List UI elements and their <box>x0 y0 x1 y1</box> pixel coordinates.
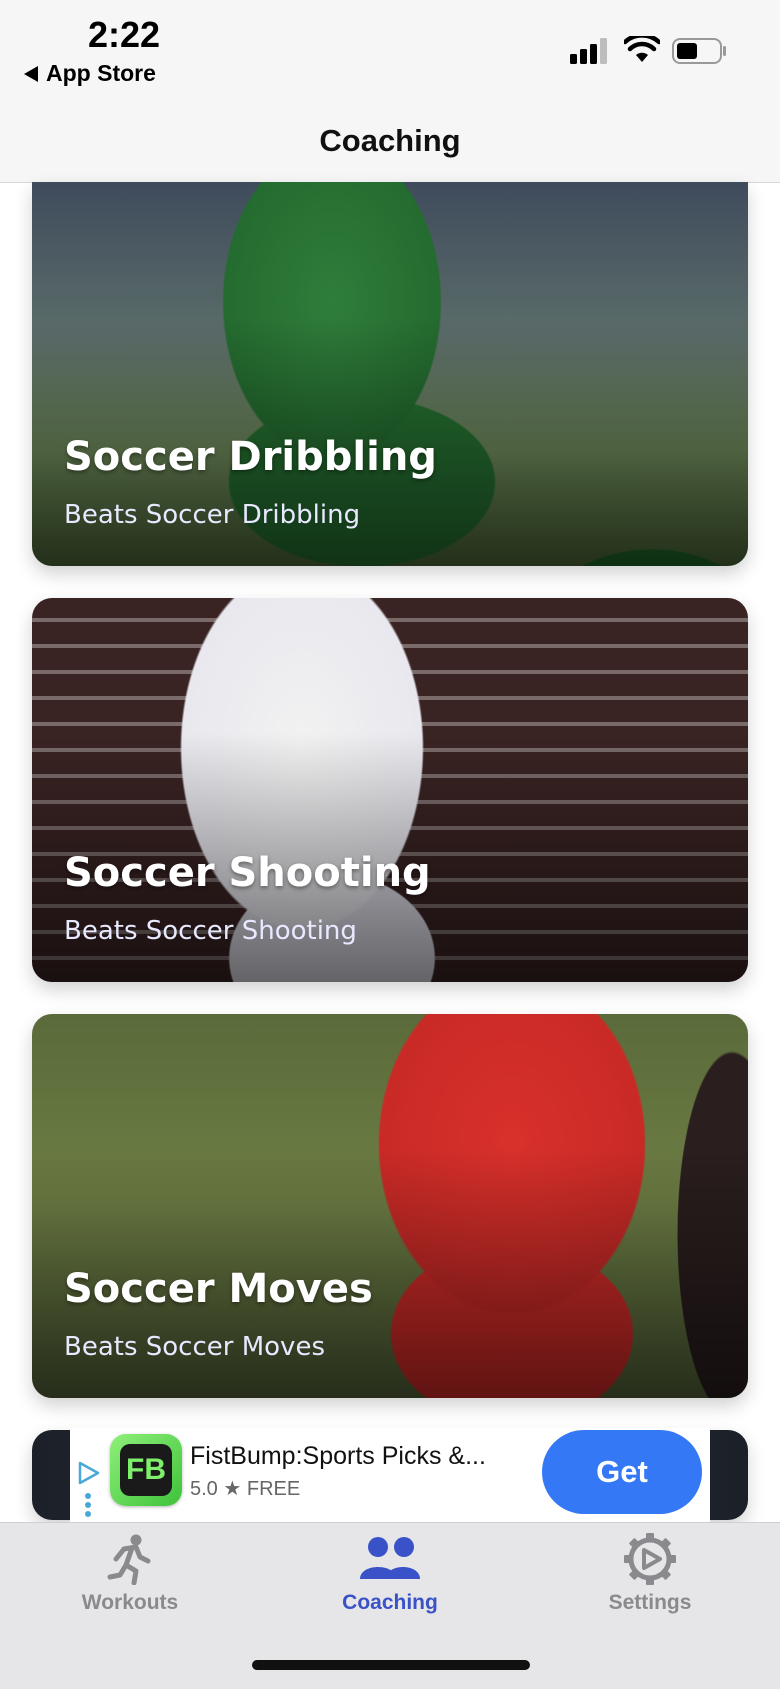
get-button[interactable]: Get <box>542 1430 702 1514</box>
tab-workouts[interactable]: Workouts <box>30 1533 230 1615</box>
navigation-bar: Coaching <box>0 100 780 183</box>
back-arrow-icon <box>24 65 38 82</box>
status-bar: 2:22 App Store <box>0 0 780 100</box>
battery-icon <box>672 38 726 64</box>
card-title: Soccer Dribbling <box>64 434 437 480</box>
tab-coaching[interactable]: Coaching <box>290 1533 490 1615</box>
status-time: 2:22 <box>88 14 161 55</box>
card-subtitle: Beats Soccer Moves <box>64 1332 325 1362</box>
coaching-card-soccer-dribbling[interactable]: Soccer Dribbling Beats Soccer Dribbling <box>32 182 748 566</box>
back-to-app-store-link[interactable]: App Store <box>24 60 156 87</box>
app-icon-logo: FB <box>120 1444 172 1496</box>
back-link-label: App Store <box>46 60 156 86</box>
card-subtitle: Beats Soccer Dribbling <box>64 500 361 530</box>
wifi-icon <box>624 36 660 62</box>
tab-settings[interactable]: Settings <box>550 1533 750 1615</box>
tab-label-workouts: Workouts <box>81 1591 179 1614</box>
card-subtitle: Beats Soccer Shooting <box>64 916 357 946</box>
ad-app-name: FistBump:Sports Picks &... <box>190 1442 486 1470</box>
coaching-card-soccer-shooting[interactable]: Soccer Shooting Beats Soccer Shooting <box>32 598 748 982</box>
page-title: Coaching <box>319 123 461 158</box>
home-indicator <box>252 1660 530 1670</box>
running-person-icon <box>107 1534 151 1585</box>
tab-label-coaching: Coaching <box>342 1591 438 1614</box>
tab-label-settings: Settings <box>608 1591 692 1614</box>
card-title: Soccer Moves <box>64 1266 373 1312</box>
ad-banner[interactable]: FB FistBump:Sports Picks &... 5.0 ★ FREE… <box>70 1428 710 1522</box>
coaching-card-soccer-moves[interactable]: Soccer Moves Beats Soccer Moves <box>32 1014 748 1398</box>
people-icon <box>360 1537 420 1579</box>
ad-app-rating: 5.0 ★ FREE <box>190 1478 301 1500</box>
gear-play-icon <box>624 1533 676 1585</box>
ad-choices-icon[interactable] <box>76 1460 102 1486</box>
app-icon: FB <box>110 1434 182 1506</box>
cellular-signal-icon <box>570 38 607 64</box>
card-title: Soccer Shooting <box>64 850 431 896</box>
ad-options-icon[interactable] <box>84 1492 92 1518</box>
